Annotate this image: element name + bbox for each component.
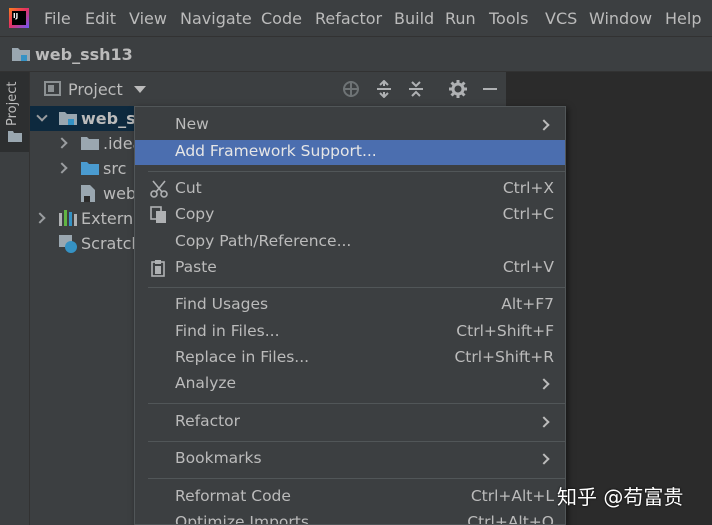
menu-item-label: Analyze xyxy=(175,374,237,392)
chevron-right-icon[interactable] xyxy=(34,212,46,224)
scissors-icon xyxy=(150,180,168,198)
menu-tools[interactable]: Tools xyxy=(489,9,528,28)
menu-view[interactable]: View xyxy=(129,9,167,28)
project-panel-title[interactable]: Project xyxy=(68,80,123,99)
menu-item-label: Optimize Imports xyxy=(175,513,309,525)
menu-edit[interactable]: Edit xyxy=(85,9,116,28)
menu-item-new[interactable]: New xyxy=(135,113,565,138)
menu-item-label: Bookmarks xyxy=(175,449,262,467)
menu-item-label: Reformat Code xyxy=(175,487,291,505)
navigation-bar: web_ssh13 xyxy=(0,36,712,72)
source-folder-icon xyxy=(81,162,99,175)
folder-icon xyxy=(81,137,99,150)
module-folder-icon xyxy=(59,112,77,125)
shortcut-label: Ctrl+Alt+O xyxy=(467,513,554,525)
hide-icon[interactable] xyxy=(481,80,499,98)
file-icon xyxy=(81,185,95,202)
menu-item-add-framework-support[interactable]: Add Framework Support... xyxy=(135,140,565,165)
submenu-arrow-icon xyxy=(538,119,550,131)
menu-item-bookmarks[interactable]: Bookmarks xyxy=(135,447,565,472)
menu-help[interactable]: Help xyxy=(665,9,701,28)
menu-separator xyxy=(148,171,565,172)
view-selector-dropdown-icon[interactable] xyxy=(134,86,146,93)
menu-item-label: Copy Path/Reference... xyxy=(175,232,352,250)
menu-item-copy-path[interactable]: Copy Path/Reference... xyxy=(135,230,565,255)
menu-item-find-in-files[interactable]: Find in Files... Ctrl+Shift+F xyxy=(135,320,565,345)
menu-item-copy[interactable]: Copy Ctrl+C xyxy=(135,203,565,228)
menu-item-label: New xyxy=(175,115,209,133)
shortcut-label: Ctrl+Alt+L xyxy=(470,487,554,505)
menu-item-paste[interactable]: Paste Ctrl+V xyxy=(135,256,565,281)
scratches-icon xyxy=(59,235,77,253)
menu-separator xyxy=(148,441,565,442)
locate-icon[interactable] xyxy=(342,80,360,98)
tree-label-scratches[interactable]: Scratch xyxy=(81,234,142,253)
submenu-arrow-icon xyxy=(538,378,550,390)
tree-label-web[interactable]: web xyxy=(103,184,136,203)
chevron-down-icon[interactable] xyxy=(36,110,48,122)
project-view-icon xyxy=(44,81,61,96)
menu-item-replace-in-files[interactable]: Replace in Files... Ctrl+Shift+R xyxy=(135,346,565,371)
paste-icon xyxy=(151,260,165,277)
menu-refactor[interactable]: Refactor xyxy=(315,9,382,28)
menu-item-label: Add Framework Support... xyxy=(175,142,377,160)
shortcut-label: Ctrl+X xyxy=(502,179,554,197)
menu-item-reformat-code[interactable]: Reformat Code Ctrl+Alt+L xyxy=(135,485,565,510)
submenu-arrow-icon xyxy=(538,416,550,428)
menu-item-label: Paste xyxy=(175,258,217,276)
shortcut-label: Ctrl+Shift+F xyxy=(456,322,554,340)
menu-run[interactable]: Run xyxy=(445,9,476,28)
collapse-all-icon[interactable] xyxy=(407,80,425,98)
context-menu: New Add Framework Support... Cut Ctrl+X … xyxy=(134,106,566,525)
submenu-arrow-icon xyxy=(538,453,550,465)
intellij-logo-icon[interactable]: IJ xyxy=(9,8,29,28)
expand-all-icon[interactable] xyxy=(375,80,393,98)
menu-item-label: Cut xyxy=(175,179,202,197)
shortcut-label: Alt+F7 xyxy=(501,295,554,313)
menu-item-cut[interactable]: Cut Ctrl+X xyxy=(135,177,565,202)
tree-label-src[interactable]: src xyxy=(103,159,126,178)
menu-code[interactable]: Code xyxy=(261,9,302,28)
breadcrumb-project[interactable]: web_ssh13 xyxy=(35,45,133,64)
libraries-icon xyxy=(59,210,77,226)
menu-item-label: Copy xyxy=(175,205,215,223)
folder-icon xyxy=(8,131,22,142)
menu-item-refactor[interactable]: Refactor xyxy=(135,410,565,435)
chevron-right-icon[interactable] xyxy=(56,137,68,149)
project-tool-tab-label[interactable]: Project xyxy=(5,82,20,126)
menu-item-label: Find in Files... xyxy=(175,322,280,340)
menu-item-label: Replace in Files... xyxy=(175,348,310,366)
menu-vcs[interactable]: VCS xyxy=(545,9,577,28)
menu-item-label: Refactor xyxy=(175,412,241,430)
menu-separator xyxy=(148,478,565,479)
shortcut-label: Ctrl+Shift+R xyxy=(454,348,554,366)
project-folder-icon xyxy=(12,48,30,61)
watermark: 知乎 @苟富贵 xyxy=(557,485,684,509)
menu-separator xyxy=(148,287,565,288)
chevron-right-icon[interactable] xyxy=(56,162,68,174)
menu-build[interactable]: Build xyxy=(394,9,434,28)
menu-item-analyze[interactable]: Analyze xyxy=(135,372,565,397)
menu-file[interactable]: File xyxy=(44,9,71,28)
copy-icon xyxy=(150,206,166,223)
gear-icon[interactable] xyxy=(449,80,467,98)
menu-item-find-usages[interactable]: Find Usages Alt+F7 xyxy=(135,293,565,318)
menu-separator xyxy=(148,403,565,404)
main-menu-bar: IJ File Edit View Navigate Code Refactor… xyxy=(0,0,712,36)
menu-item-optimize-imports[interactable]: Optimize Imports Ctrl+Alt+O xyxy=(135,511,565,525)
menu-item-label: Find Usages xyxy=(175,295,269,313)
shortcut-label: Ctrl+C xyxy=(502,205,554,223)
menu-window[interactable]: Window xyxy=(589,9,652,28)
shortcut-label: Ctrl+V xyxy=(502,258,554,276)
menu-navigate[interactable]: Navigate xyxy=(180,9,252,28)
